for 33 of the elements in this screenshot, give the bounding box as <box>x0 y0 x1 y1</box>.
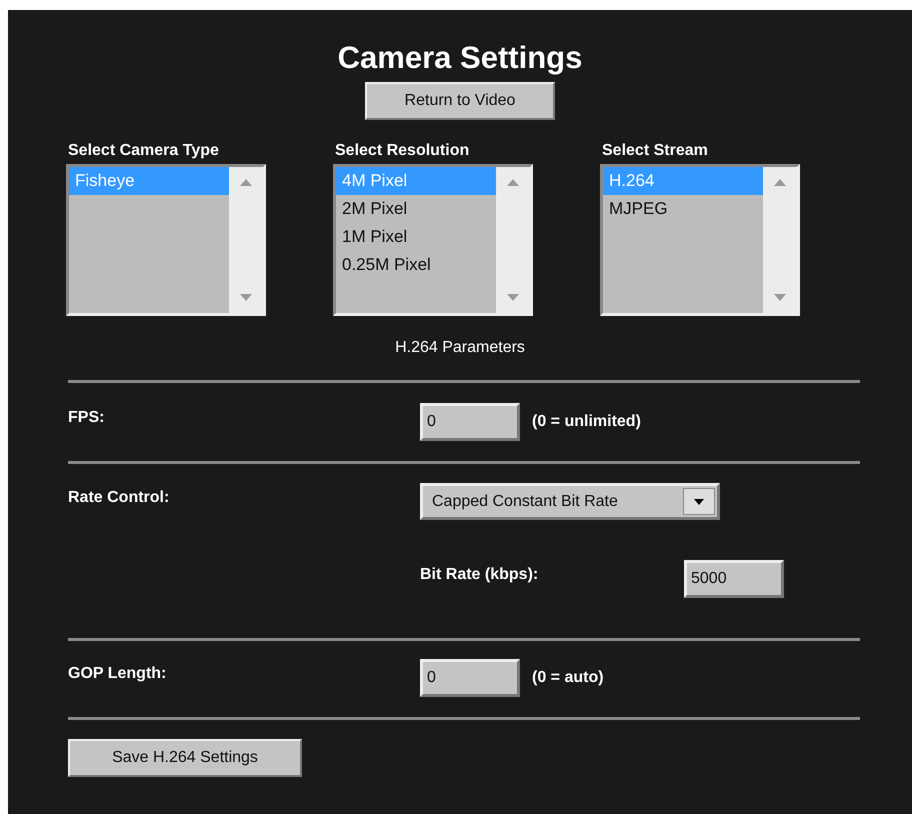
gop-length-input[interactable]: 0 <box>420 659 520 697</box>
fps-input[interactable]: 0 <box>420 403 520 441</box>
bit-rate-input[interactable]: 5000 <box>684 560 784 598</box>
page-title: Camera Settings <box>338 39 582 77</box>
scrollbar[interactable] <box>763 167 797 313</box>
scroll-down-icon[interactable] <box>774 294 786 301</box>
return-to-video-button[interactable]: Return to Video <box>365 82 555 120</box>
list-option[interactable]: 2M Pixel <box>336 195 496 223</box>
field-label: GOP Length: <box>68 665 168 683</box>
scrollbar[interactable] <box>229 167 263 313</box>
save-settings-button[interactable]: Save H.264 Settings <box>68 739 302 777</box>
list-title: Select Resolution <box>335 142 470 160</box>
field-hint: (0 = unlimited) <box>532 412 641 432</box>
rate-control-dropdown[interactable]: Capped Constant Bit Rate <box>420 483 720 520</box>
list-option[interactable]: 1M Pixel <box>336 223 496 251</box>
list-box[interactable]: 4M Pixel 2M Pixel 1M Pixel 0.25M Pixel <box>333 164 533 316</box>
field-label: Rate Control: <box>68 489 170 507</box>
field-label: Bit Rate (kbps): <box>420 566 540 584</box>
caret-icon <box>694 498 704 504</box>
scroll-up-icon[interactable] <box>240 179 252 186</box>
field-hint: (0 = auto) <box>532 668 604 688</box>
list-title: Select Stream <box>602 142 709 160</box>
section-heading: H.264 Parameters <box>395 338 525 358</box>
list-option[interactable]: 0.25M Pixel <box>336 251 496 279</box>
scroll-up-icon[interactable] <box>507 179 519 186</box>
list-title: Select Camera Type <box>68 142 220 160</box>
list-box[interactable]: H.264 MJPEG <box>600 164 800 316</box>
scroll-down-icon[interactable] <box>240 294 252 301</box>
scroll-up-icon[interactable] <box>774 179 786 186</box>
field-label: FPS: <box>68 409 106 427</box>
list-option[interactable]: MJPEG <box>603 195 763 223</box>
scrollbar[interactable] <box>496 167 530 313</box>
scroll-down-icon[interactable] <box>507 294 519 301</box>
